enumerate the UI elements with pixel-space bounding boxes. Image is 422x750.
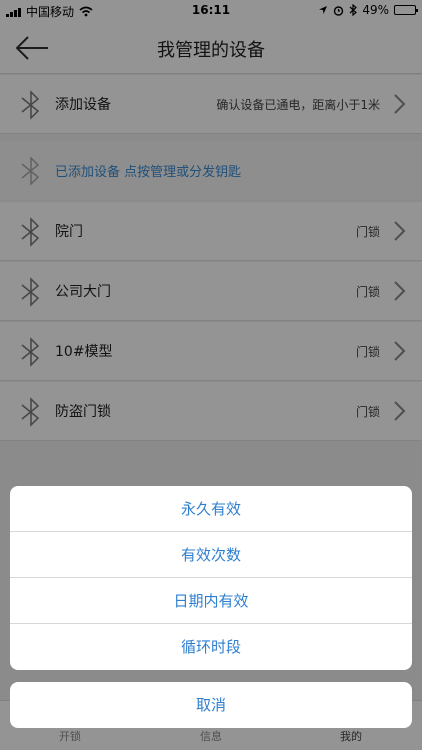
option-date-range[interactable]: 日期内有效 bbox=[10, 578, 412, 624]
action-sheet-cancel: 取消 bbox=[10, 682, 412, 728]
option-recurring-period[interactable]: 循环时段 bbox=[10, 624, 412, 670]
action-sheet-options: 永久有效 有效次数 日期内有效 循环时段 bbox=[10, 486, 412, 670]
option-count-limited[interactable]: 有效次数 bbox=[10, 532, 412, 578]
cancel-button[interactable]: 取消 bbox=[10, 682, 412, 728]
option-permanent[interactable]: 永久有效 bbox=[10, 486, 412, 532]
